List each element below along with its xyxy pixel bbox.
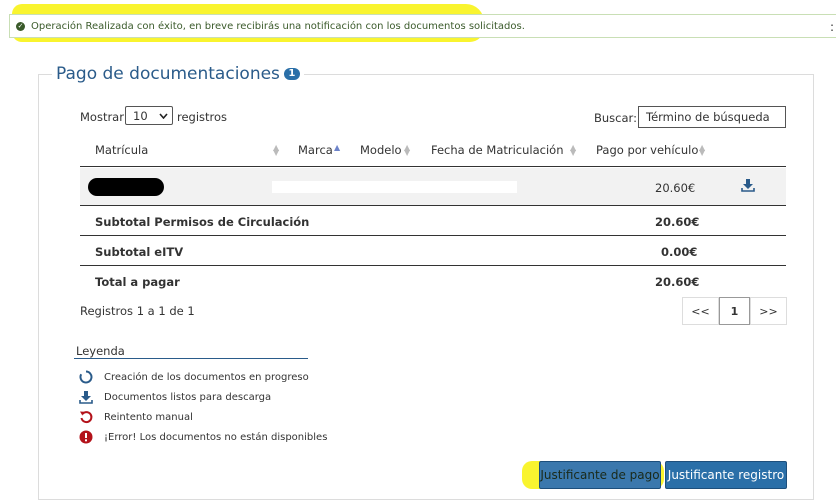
legend-item: Creación de los documentos en progreso bbox=[104, 372, 309, 383]
receipt-button-label: Justificante de pago bbox=[540, 468, 660, 482]
sort-asc-icon[interactable]: ▲ bbox=[334, 144, 340, 152]
retry-icon bbox=[80, 411, 93, 424]
check-circle-icon: ✓ bbox=[16, 21, 25, 31]
search-placeholder: Término de búsqueda bbox=[646, 110, 770, 124]
sort-both-icon[interactable]: ▲ ▼ bbox=[273, 144, 279, 157]
search-label: Buscar: bbox=[594, 111, 637, 125]
error-icon bbox=[79, 430, 93, 444]
show-label: Mostrar bbox=[80, 110, 124, 124]
legend-item: Reintento manual bbox=[104, 412, 193, 423]
count-badge: 1 bbox=[283, 68, 300, 80]
progress-circle-icon bbox=[79, 370, 93, 384]
receipt-button[interactable]: Justificante de pago bbox=[539, 461, 661, 489]
registry-button-label: Justificante registro bbox=[667, 468, 785, 482]
pagination-page-1[interactable]: 1 bbox=[719, 297, 750, 325]
panel-title: Pago de documentaciones 1 bbox=[52, 64, 304, 84]
column-header-marca[interactable]: Marca bbox=[298, 143, 333, 157]
row-divider bbox=[80, 235, 786, 236]
total-label: Total a pagar bbox=[95, 275, 180, 289]
page-size-value: 10 bbox=[133, 108, 148, 123]
registry-button[interactable]: Justificante registro bbox=[665, 461, 787, 489]
download-icon[interactable] bbox=[741, 178, 755, 192]
redacted-plate bbox=[88, 178, 164, 196]
page-size-select[interactable]: 10 bbox=[125, 106, 173, 125]
header-divider bbox=[80, 166, 786, 167]
redacted-details bbox=[272, 181, 517, 193]
records-label: registros bbox=[177, 110, 228, 124]
subtotal-value: 20.60€ bbox=[655, 215, 700, 229]
chevron-down-icon bbox=[159, 112, 168, 119]
sort-both-icon[interactable]: ▲ ▼ bbox=[404, 144, 410, 157]
scroll-indicator[interactable]: : bbox=[830, 20, 834, 34]
legend-item: Documentos listos para descarga bbox=[104, 392, 272, 403]
subtotal-value: 0.00€ bbox=[661, 245, 698, 259]
panel-title-text: Pago de documentaciones bbox=[56, 64, 280, 84]
pagination-prev[interactable]: << bbox=[682, 297, 719, 325]
subtotal-label: Subtotal Permisos de Circulación bbox=[95, 215, 310, 229]
sort-both-icon[interactable]: ▲ ▼ bbox=[570, 144, 576, 157]
column-header-modelo[interactable]: Modelo bbox=[360, 143, 402, 157]
success-alert: ✓ Operación Realizada con éxito, en brev… bbox=[9, 14, 836, 38]
search-input[interactable]: Término de búsqueda bbox=[638, 106, 786, 128]
legend-item: ¡Error! Los documentos no están disponib… bbox=[104, 432, 328, 443]
download-icon bbox=[79, 391, 93, 404]
column-header-matricula[interactable]: Matrícula bbox=[95, 143, 148, 157]
row-divider bbox=[80, 205, 786, 206]
subtotal-label: Subtotal eITV bbox=[95, 245, 184, 259]
pagination-next[interactable]: >> bbox=[750, 297, 787, 325]
alert-message: Operación Realizada con éxito, en breve … bbox=[31, 20, 525, 32]
column-header-pago[interactable]: Pago por vehículo bbox=[596, 143, 698, 157]
row-divider bbox=[80, 265, 786, 266]
row-amount: 20.60€ bbox=[655, 181, 696, 195]
legend-divider bbox=[74, 358, 308, 359]
total-value: 20.60€ bbox=[655, 275, 700, 289]
column-header-fecha[interactable]: Fecha de Matriculación bbox=[431, 143, 564, 157]
legend-title: Leyenda bbox=[76, 344, 125, 358]
sort-both-icon[interactable]: ▲ ▼ bbox=[699, 144, 705, 157]
records-info: Registros 1 a 1 de 1 bbox=[80, 304, 195, 318]
